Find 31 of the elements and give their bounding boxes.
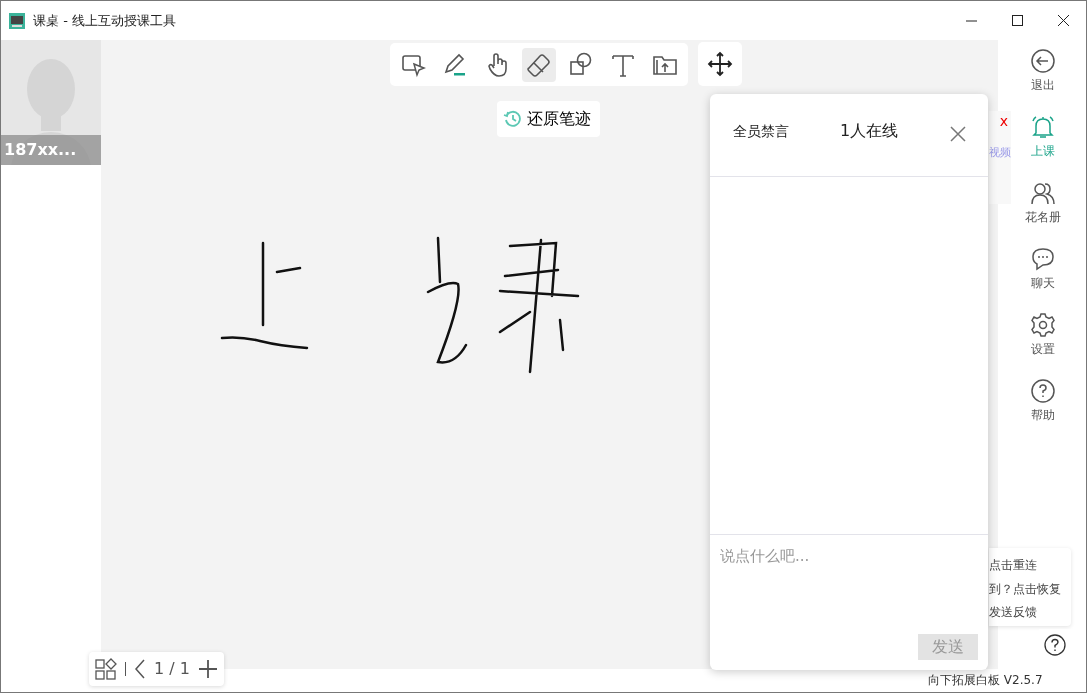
maximize-icon <box>1011 15 1023 26</box>
participant-name: 187xx... <box>1 135 101 165</box>
app-logo-icon <box>9 12 25 29</box>
mute-all-button[interactable]: 全员禁言 <box>733 121 789 142</box>
bell-icon <box>1029 114 1056 140</box>
move-button[interactable] <box>698 42 742 86</box>
thumbnails-icon[interactable] <box>95 658 117 680</box>
help-icon <box>1029 378 1056 404</box>
eraser-icon <box>526 51 552 78</box>
eraser-tool-button[interactable] <box>522 47 556 82</box>
people-icon <box>1029 180 1056 206</box>
exit-icon <box>1029 48 1056 74</box>
chat-bubble-icon <box>1029 246 1056 272</box>
shapes-icon <box>568 51 594 78</box>
version-text: 向下拓展白板 V2.5.7 <box>928 672 1043 689</box>
restore-strokes-button[interactable]: 还原笔迹 <box>497 101 600 137</box>
history-icon <box>503 109 523 129</box>
sidebar-item[interactable]: 设置 <box>999 312 1086 378</box>
add-page-icon[interactable] <box>197 659 218 679</box>
sidebar-item[interactable]: 花名册 <box>999 180 1086 246</box>
window-title: 课桌 - 线上互动授课工具 <box>33 11 176 30</box>
message-input[interactable]: 说点什么吧... <box>710 535 988 615</box>
pen-icon <box>442 51 468 78</box>
previous-page-icon[interactable] <box>134 659 146 679</box>
move-icon <box>707 51 733 77</box>
sidebar-item[interactable]: 聊天 <box>999 246 1086 312</box>
online-count: 1人在线 <box>840 120 899 142</box>
settings-icon <box>1029 312 1056 338</box>
close-icon <box>1057 15 1069 26</box>
sidebar-item[interactable]: 退出 <box>999 48 1086 114</box>
sidebar-item[interactable]: 帮助 <box>999 378 1086 444</box>
